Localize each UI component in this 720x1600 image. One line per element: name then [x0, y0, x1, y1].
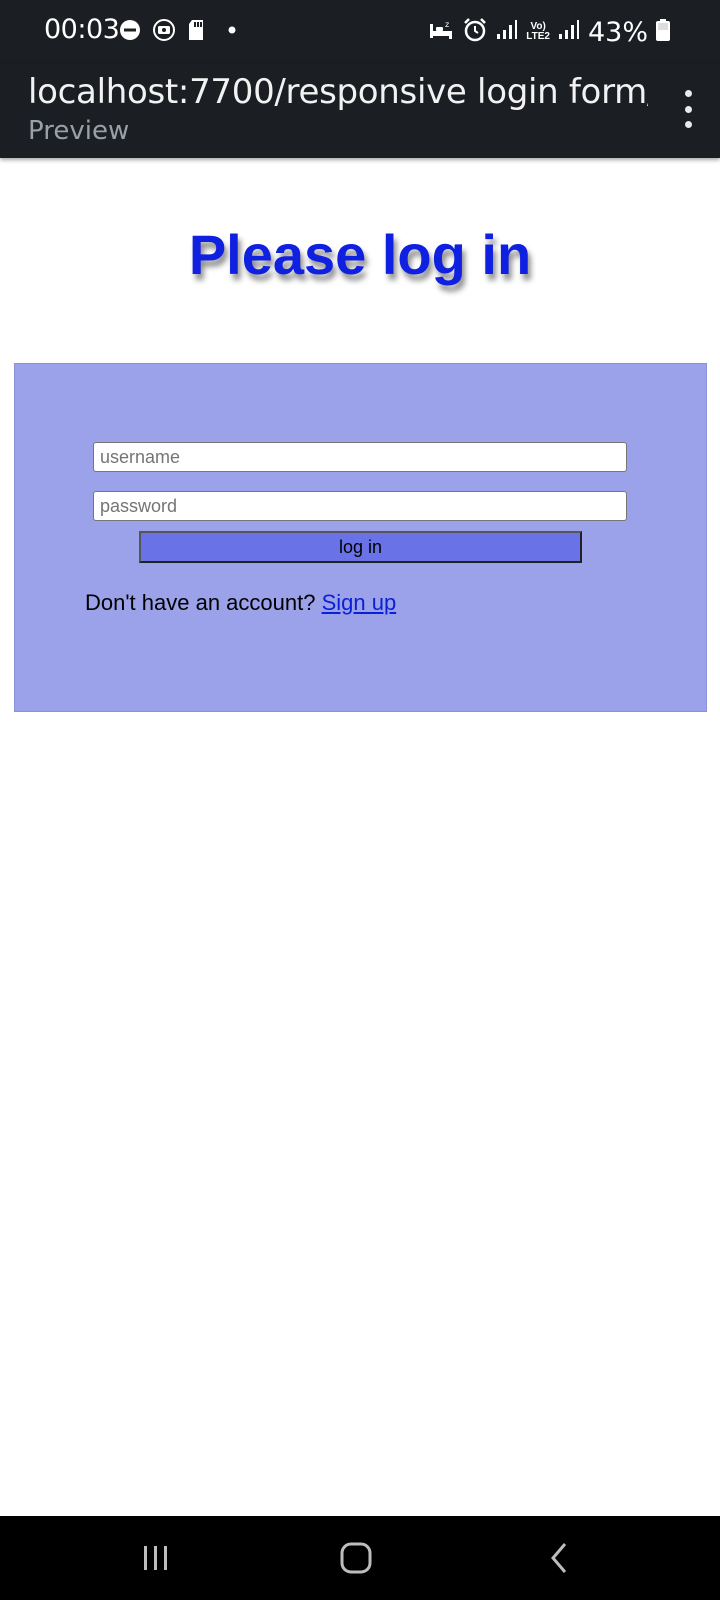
url-bar: localhost:7700/responsive login form/...… — [0, 64, 720, 158]
url-text[interactable]: localhost:7700/responsive login form/... — [28, 72, 648, 112]
signup-link[interactable]: Sign up — [322, 590, 397, 615]
notification-dot-icon — [216, 18, 240, 47]
status-right-icons: z Vo) LTE2 43% — [428, 14, 670, 50]
more-vert-icon[interactable] — [676, 86, 700, 132]
menu-dot — [684, 121, 692, 128]
lte-label: LTE2 — [526, 31, 550, 42]
home-icon[interactable] — [336, 1538, 376, 1578]
signal-icon — [558, 19, 580, 46]
system-nav-bar — [0, 1516, 720, 1600]
recents-icon[interactable] — [136, 1538, 176, 1578]
sd-card-icon — [186, 18, 206, 47]
login-button[interactable]: log in — [139, 531, 582, 563]
signup-row: Don't have an account? Sign up — [85, 590, 396, 616]
username-field[interactable] — [93, 442, 627, 472]
menu-dot — [684, 105, 692, 113]
page-title: Please log in — [188, 223, 532, 286]
login-panel: log in Don't have an account? Sign up — [14, 363, 707, 712]
volte-icon: Vo) LTE2 — [526, 22, 550, 42]
do-not-disturb-icon — [118, 18, 142, 47]
screen-record-icon — [152, 18, 176, 47]
status-time: 00:03 — [44, 14, 120, 45]
battery-icon — [656, 18, 670, 46]
battery-percent: 43% — [587, 16, 648, 48]
bedtime-icon: z — [428, 18, 454, 47]
signal-icon — [496, 19, 518, 46]
password-field[interactable] — [93, 491, 627, 521]
back-icon[interactable] — [540, 1538, 580, 1578]
signup-prompt: Don't have an account? — [85, 590, 316, 615]
menu-dot — [684, 90, 692, 97]
status-bar: 00:03 z Vo) LTE2 43% — [0, 0, 720, 64]
status-left-icons — [118, 18, 240, 47]
alarm-icon — [462, 17, 488, 48]
svg-text:z: z — [445, 20, 449, 29]
url-subtitle: Preview — [28, 116, 130, 146]
